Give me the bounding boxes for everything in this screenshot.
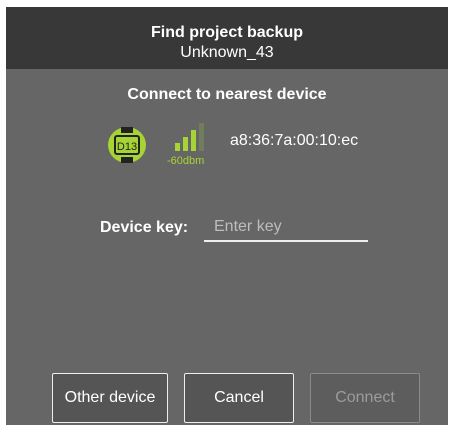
device-list-item[interactable]: D13 -60dbm a8:36:7a:00:10:ec bbox=[6, 117, 448, 177]
device-key-input[interactable] bbox=[204, 214, 368, 242]
device-mac-address: a8:36:7a:00:10:ec bbox=[230, 132, 359, 149]
device-key-label: Device key: bbox=[100, 219, 189, 236]
cancel-button[interactable]: Cancel bbox=[184, 373, 294, 423]
signal-strength-icon bbox=[175, 123, 204, 151]
find-backup-dialog: Find project backup Unknown_43 Connect t… bbox=[6, 7, 448, 425]
signal-strength-label: -60dbm bbox=[167, 155, 205, 167]
section-title: Connect to nearest device bbox=[127, 86, 327, 103]
other-device-button[interactable]: Other device bbox=[52, 373, 168, 423]
device-badge-icon: D13 bbox=[108, 127, 146, 163]
device-badge-label: D13 bbox=[117, 141, 137, 153]
dialog-subtitle: Unknown_43 bbox=[180, 44, 274, 61]
dialog-title: Find project backup bbox=[150, 24, 303, 41]
dialog-header: Find project backup Unknown_43 bbox=[6, 7, 448, 69]
connect-button[interactable]: Connect bbox=[310, 373, 420, 423]
